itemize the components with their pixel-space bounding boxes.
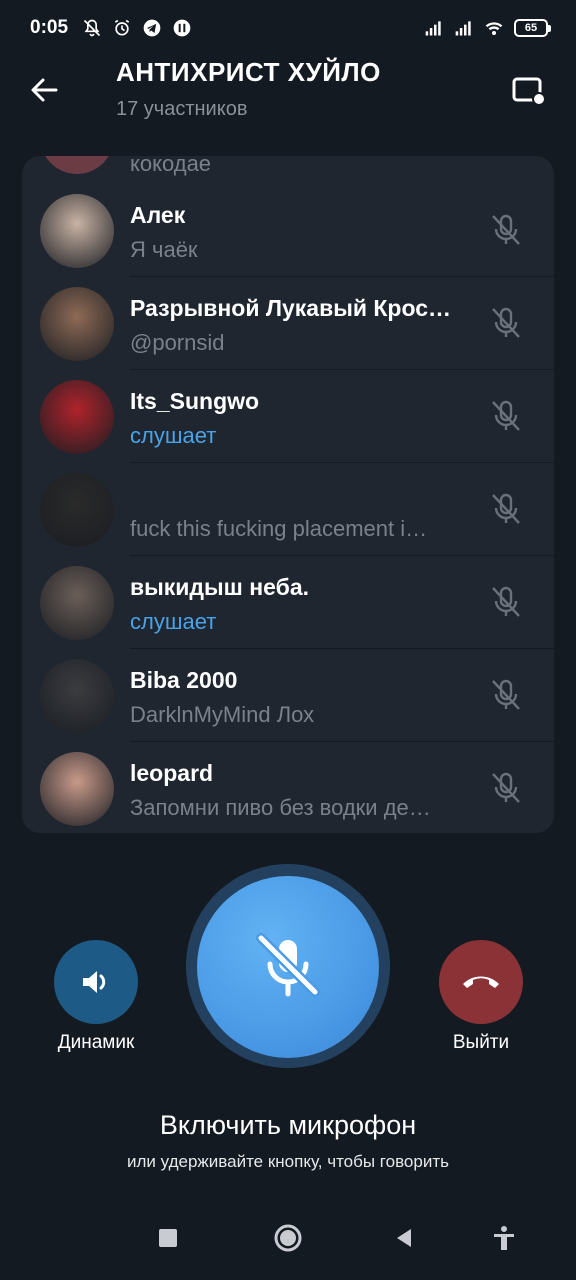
mic-muted-icon[interactable] [488,305,524,341]
status-time: 0:05 [30,17,69,38]
screen-share-icon[interactable] [510,72,546,108]
signal-icon [425,21,441,36]
mic-toggle-button[interactable] [197,876,379,1058]
avatar [40,566,114,640]
leave-label: Выйти [452,1032,510,1053]
status-icons-right: 65 [424,18,551,38]
participant-status: слушает [130,609,217,634]
mic-muted-icon[interactable] [488,398,524,434]
avatar [40,473,114,547]
triangle-back-icon [397,1229,411,1247]
participant-name: Biba 2000 [130,667,238,693]
alarm-icon [114,19,130,36]
participant-name: Its_Sungwo [130,388,260,414]
list-item[interactable]: leopard Запомни пиво без водки де… [22,742,554,833]
status-bar: 0:05 65 [0,0,576,56]
mic-title: Включить микрофон [159,1110,417,1140]
app-icon [173,19,191,37]
list-item[interactable]: кокодае [22,156,554,184]
participant-status: кокодае [130,156,212,176]
accessibility-button[interactable] [484,1218,524,1258]
battery-level: 65 [524,22,538,34]
circle-icon [274,1224,302,1252]
list-item[interactable]: Its_Sungwo слушает [22,370,554,463]
participant-name: leopard [130,760,214,786]
list-item[interactable]: Biba 2000 DarklnMyMind Лох [22,649,554,742]
hang-up-icon [463,976,499,988]
list-item[interactable]: fuck this fucking placement i… [22,463,554,556]
avatar [40,156,114,174]
status-icons-left [82,18,192,38]
signal-icon [455,21,471,36]
mute-bell-icon [83,19,101,37]
mic-muted-icon[interactable] [488,770,524,806]
participant-name: Алек [130,202,186,228]
speaker-label: Динамик [57,1032,135,1053]
mic-off-icon [256,933,320,997]
avatar [40,380,114,454]
participant-status: Запомни пиво без водки де… [130,795,431,820]
leave-button[interactable] [439,940,523,1024]
mic-muted-icon[interactable] [488,491,524,527]
square-icon [159,1229,177,1247]
participants-count: 17 участников [116,98,248,120]
participant-status: @pornsid [130,330,225,355]
mic-muted-icon[interactable] [488,212,524,248]
speaker-icon [83,971,106,993]
home-button[interactable] [268,1218,308,1258]
recents-button[interactable] [148,1218,188,1258]
wifi-icon [485,22,503,35]
mic-hint: или удерживайте кнопку, чтобы говорить [127,1152,449,1171]
participants-list[interactable]: кокодае Алек Я чаёк Разрывной Лукавый Крос… [22,156,554,833]
list-item[interactable]: Алек Я чаёк [22,184,554,277]
participant-name: Разрывной Лукавый Крос… [130,295,452,321]
back-arrow-icon[interactable] [26,72,62,108]
participant-status: fuck this fucking placement i… [130,516,428,541]
list-item[interactable]: выкидыш неба. слушает [22,556,554,649]
avatar [40,194,114,268]
accessibility-icon [494,1226,514,1250]
mic-muted-icon[interactable] [488,677,524,713]
chat-title: АНТИХРИСТ ХУЙЛО [116,57,381,87]
system-navbar [0,1196,576,1280]
speaker-button[interactable] [54,940,138,1024]
avatar [40,659,114,733]
participant-status: Я чаёк [130,237,198,262]
participant-name: выкидыш неба. [130,574,310,600]
list-item[interactable]: Разрывной Лукавый Крос… @pornsid [22,277,554,370]
participant-status: слушает [130,423,217,448]
header: АНТИХРИСТ ХУЙЛО 17 участников [0,56,576,146]
avatar [40,287,114,361]
telegram-icon [143,19,161,37]
back-button[interactable] [384,1218,424,1258]
battery-indicator: 65 [514,19,551,37]
mic-muted-icon[interactable] [488,584,524,620]
avatar [40,752,114,826]
participant-status: DarklnMyMind Лох [130,702,315,727]
call-controls: Динамик Выйти [0,860,576,1080]
